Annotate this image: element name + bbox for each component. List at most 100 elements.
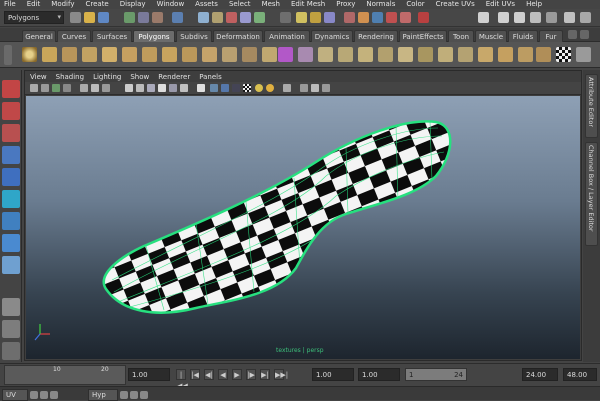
panel-menu-panels[interactable]: Panels <box>199 73 222 81</box>
playback-end-field[interactable]: 24.00 <box>522 368 558 381</box>
shoe-sole-mesh[interactable] <box>26 96 580 359</box>
bridge-icon[interactable] <box>338 47 353 62</box>
shadows-icon[interactable] <box>180 84 188 92</box>
panel-menu-view[interactable]: View <box>30 73 47 81</box>
symmetry-icon[interactable] <box>418 12 429 23</box>
snap-point-icon[interactable] <box>226 12 237 23</box>
manipulator-tool-icon[interactable] <box>2 212 20 230</box>
restore-window-icon[interactable] <box>30 391 38 399</box>
shelf-more-icon[interactable] <box>576 47 591 62</box>
panel-menu-renderer[interactable]: Renderer <box>158 73 190 81</box>
sel-by-name-icon[interactable] <box>372 12 383 23</box>
append-polygon-icon[interactable] <box>358 47 373 62</box>
menu-normals[interactable]: Normals <box>366 0 395 9</box>
lights-icon[interactable] <box>169 84 177 92</box>
go-to-start-button[interactable]: |◀◀ <box>176 369 188 390</box>
ambient-occlusion-icon[interactable] <box>197 84 205 92</box>
exposure-icon[interactable] <box>322 84 330 92</box>
close-window-icon[interactable] <box>140 391 148 399</box>
panel-menu-shading[interactable]: Shading <box>56 73 84 81</box>
poly-cone-icon[interactable] <box>82 47 97 62</box>
xray-icon[interactable] <box>210 84 218 92</box>
cylindrical-mapping-icon[interactable] <box>518 47 533 62</box>
menu-file[interactable]: File <box>4 0 16 9</box>
light-bulb-icon[interactable] <box>266 84 274 92</box>
poly-torus-icon[interactable] <box>122 47 137 62</box>
separate-icon[interactable] <box>222 47 237 62</box>
shelf-tab-muscle[interactable]: Muscle <box>475 30 507 42</box>
select-object-icon[interactable] <box>138 12 149 23</box>
uv-editor-taskbar-item[interactable]: UV <box>2 389 28 401</box>
poly-cylinder-icon[interactable] <box>62 47 77 62</box>
channel-box-tab[interactable]: Channel Box / Layer Editor <box>585 142 598 246</box>
hypershade-icon[interactable] <box>344 12 355 23</box>
attribute-editor-tab[interactable]: Attribute Editor <box>585 74 598 138</box>
textured-icon[interactable] <box>158 84 166 92</box>
show-channel-box-icon[interactable] <box>514 12 525 23</box>
show-attribute-editor-icon[interactable] <box>478 12 489 23</box>
step-back-key-button[interactable]: ◀| <box>204 369 214 380</box>
shelf-tab-fur[interactable]: Fur <box>539 30 563 42</box>
motion-blur-icon[interactable] <box>283 84 291 92</box>
extrude-icon[interactable] <box>318 47 333 62</box>
shelf-scroll-left-icon[interactable] <box>568 30 577 39</box>
poly-plane-icon[interactable] <box>102 47 117 62</box>
wireframe-icon[interactable] <box>125 84 133 92</box>
menu-assets[interactable]: Assets <box>195 0 218 9</box>
sculpt-geometry-icon[interactable] <box>478 47 493 62</box>
menu-edit[interactable]: Edit <box>27 0 41 9</box>
resolution-gate-icon[interactable] <box>102 84 110 92</box>
menu-proxy[interactable]: Proxy <box>336 0 355 9</box>
lasso-tool-icon[interactable] <box>2 102 20 120</box>
depth-of-field-icon[interactable] <box>300 84 308 92</box>
single-perspective-layout-icon[interactable] <box>2 298 20 316</box>
maximize-window-icon[interactable] <box>130 391 138 399</box>
menu-create-uvs[interactable]: Create UVs <box>436 0 475 9</box>
animation-start-field[interactable]: 1.00 <box>312 368 354 381</box>
range-slider[interactable]: 1 24 <box>405 368 467 381</box>
combine-icon[interactable] <box>202 47 217 62</box>
hypershade-taskbar-item[interactable]: Hyp <box>88 389 118 401</box>
close-window-icon[interactable] <box>50 391 58 399</box>
menu-mesh[interactable]: Mesh <box>262 0 280 9</box>
menu-color[interactable]: Color <box>406 0 424 9</box>
menu-modify[interactable]: Modify <box>51 0 74 9</box>
perspective-viewport[interactable]: textures | persp <box>26 96 580 359</box>
smooth-icon[interactable] <box>262 47 277 62</box>
poly-pipe-icon[interactable] <box>182 47 197 62</box>
time-ruler[interactable]: 10 20 <box>4 365 126 385</box>
panel-menu-lighting[interactable]: Lighting <box>93 73 121 81</box>
soft-select-icon[interactable] <box>400 12 411 23</box>
new-scene-icon[interactable] <box>70 12 81 23</box>
soft-mod-tool-icon[interactable] <box>2 234 20 252</box>
paint-select-tool-icon[interactable] <box>2 124 20 142</box>
move-tool-icon[interactable] <box>2 146 20 164</box>
rotate-tool-icon[interactable] <box>2 168 20 186</box>
shelf-tab-surfaces[interactable]: Surfaces <box>92 30 132 42</box>
pick-mask-icon[interactable] <box>172 12 183 23</box>
smooth-shade-icon[interactable] <box>136 84 144 92</box>
screen-space-icon[interactable] <box>311 84 319 92</box>
use-default-light-icon[interactable] <box>255 84 263 92</box>
film-gate-icon[interactable] <box>91 84 99 92</box>
snap-curve-icon[interactable] <box>212 12 223 23</box>
play-backwards-button[interactable]: ◀ <box>218 369 228 380</box>
snap-plane-icon[interactable] <box>240 12 251 23</box>
split-polygon-icon[interactable] <box>378 47 393 62</box>
outliner-icon[interactable] <box>546 12 557 23</box>
panel-layout-alt-icon[interactable] <box>580 12 591 23</box>
extract-icon[interactable] <box>242 47 257 62</box>
shelf-tab-fluids[interactable]: Fluids <box>508 30 538 42</box>
four-view-layout-icon[interactable] <box>2 320 20 338</box>
menu-help[interactable]: Help <box>526 0 542 9</box>
xray-joints-icon[interactable] <box>221 84 229 92</box>
poly-sphere-icon[interactable] <box>22 47 37 62</box>
menu-select[interactable]: Select <box>229 0 251 9</box>
animation-end-field[interactable]: 48.00 <box>563 368 597 381</box>
outliner-layout-icon[interactable] <box>2 342 20 360</box>
shelf-tab-deformation[interactable]: Deformation <box>213 30 263 42</box>
camera-bookmark-icon[interactable] <box>41 84 49 92</box>
shelf-tab-toon[interactable]: Toon <box>448 30 474 42</box>
ipr-render-icon[interactable] <box>310 12 321 23</box>
current-time-field[interactable]: 1.00 <box>128 368 170 381</box>
